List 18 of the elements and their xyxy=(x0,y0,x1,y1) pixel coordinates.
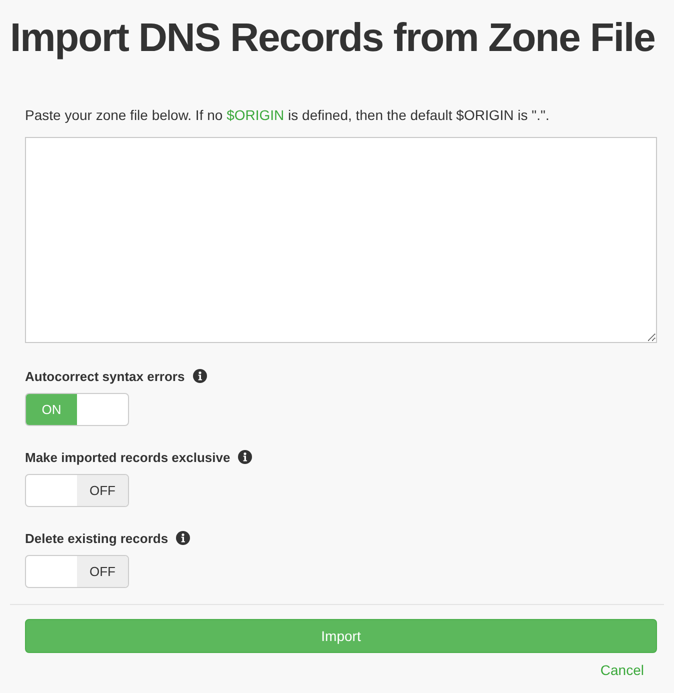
toggle-switch[interactable]: OFF xyxy=(25,555,129,588)
toggle-switch[interactable]: OFF xyxy=(25,474,129,507)
switch-off-label: OFF xyxy=(77,475,128,506)
cancel-link[interactable]: Cancel xyxy=(600,661,644,679)
option-label: Make imported records exclusive xyxy=(25,449,230,467)
origin-link[interactable]: $ORIGIN xyxy=(226,107,284,123)
page-title: Import DNS Records from Zone File xyxy=(10,15,655,62)
switch-off-label: OFF xyxy=(77,556,128,587)
instructions-text: Paste your zone file below. If no $ORIGIN is defined, then the default $ORIGIN is ".". xyxy=(25,106,550,125)
info-icon[interactable] xyxy=(192,368,207,382)
info-icon[interactable] xyxy=(176,530,190,544)
option-label: Delete existing records xyxy=(25,530,168,548)
info-icon[interactable] xyxy=(238,450,252,464)
zone-file-field[interactable] xyxy=(25,137,657,343)
option-label: Autocorrect syntax errors xyxy=(25,368,185,386)
switch-on-label: ON xyxy=(26,394,77,425)
toggle-switch[interactable]: ON xyxy=(25,393,129,426)
import-button[interactable]: Import xyxy=(25,619,657,653)
